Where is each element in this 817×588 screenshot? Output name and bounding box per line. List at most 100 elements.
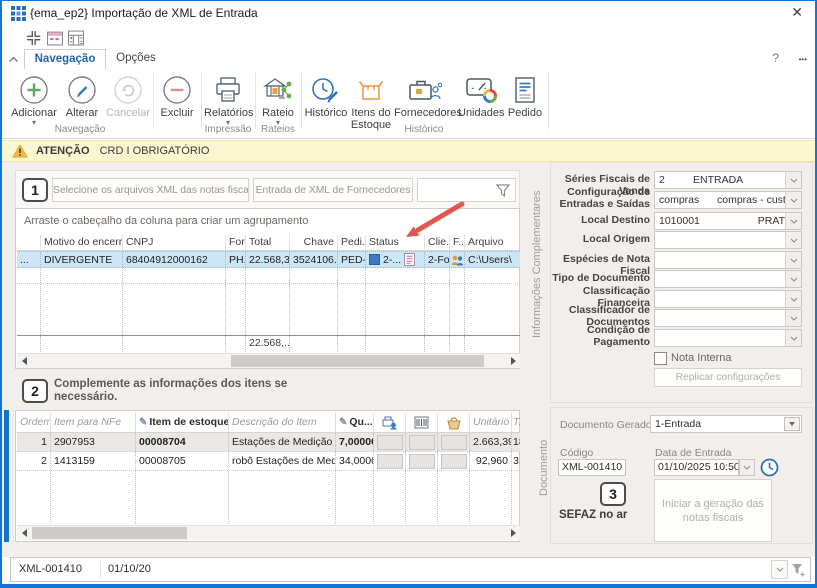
iniciar-geracao-button[interactable]: Iniciar a geração das notas fiscais (654, 479, 772, 542)
tab-navegacao[interactable]: Navegação (24, 49, 106, 70)
cell-quantidade[interactable]: 34,00000 (336, 452, 374, 470)
scroll-right-icon[interactable] (506, 526, 520, 540)
grid1-header-motivo[interactable]: Motivo do encerrame... (41, 235, 123, 250)
grid1-header-pedido[interactable]: Pedi... (338, 235, 366, 250)
cell-total: 22.568,32 (246, 252, 290, 267)
grid2-header-row[interactable]: Ordem Item para NFe ✎Item de estoque Des… (17, 413, 520, 433)
cell-btn2[interactable] (406, 452, 438, 470)
data-entrada-input[interactable]: 01/10/2025 10:50:0 (654, 459, 739, 476)
grid2-header-unitario[interactable]: Unitário (470, 413, 512, 432)
ribbon-collapse-icon[interactable] (8, 56, 19, 63)
grid2-header-icon1[interactable] (374, 413, 406, 432)
documento-gerado-combo[interactable]: 1-Entrada (650, 415, 802, 433)
chevron-down-icon[interactable] (785, 192, 801, 208)
cell-arquivo: C:\Users\ (465, 252, 520, 267)
grid1-header-total[interactable]: Total (246, 235, 290, 250)
grid2-header-ordem[interactable]: Ordem (17, 413, 51, 432)
excluir-button[interactable]: Excluir (156, 71, 198, 133)
cell-quantidade[interactable]: 7,00000 (336, 433, 374, 451)
cell-btn1[interactable] (374, 433, 406, 451)
grid1-header-cliente[interactable]: Clie... (425, 235, 450, 250)
document-note-icon[interactable] (404, 253, 415, 266)
chevron-down-icon[interactable] (785, 330, 801, 346)
nota-interna-checkbox[interactable] (654, 352, 667, 365)
step1-number: 1 (22, 178, 48, 202)
select-xml-button[interactable]: Selecione os arquivos XML das notas fisc… (52, 178, 249, 202)
grid2-header-item-nfe[interactable]: Item para NFe (51, 413, 136, 432)
entrada-xml-fornecedores-button[interactable]: Entrada de XML de Fornecedores (253, 178, 413, 202)
status-square-icon (369, 254, 380, 265)
collapse-window-icon[interactable] (26, 30, 42, 46)
grid2-header-icon3[interactable] (438, 413, 470, 432)
grid2-row[interactable]: 1 2907953 00008704 Estações de Medição P… (17, 433, 520, 452)
scroll-left-icon[interactable] (17, 354, 31, 368)
grid1-header-fornecedor[interactable]: For... (226, 235, 246, 250)
grid2-hscrollbar[interactable] (17, 525, 520, 540)
local-destino-combo[interactable]: 1010001 PRAT (654, 212, 802, 230)
chevron-down-icon[interactable] (785, 291, 801, 307)
grid1-header-indicator[interactable] (17, 235, 41, 250)
grid1-hscroll-thumb[interactable] (231, 355, 484, 367)
filter-funnel-icon[interactable] (496, 184, 510, 197)
filter-input[interactable] (417, 178, 516, 202)
grid2-row[interactable]: 2 1413159 00008705 robô Estações de Medi… (17, 452, 520, 471)
replicar-configuracoes-button[interactable]: Replicar configurações (654, 368, 802, 387)
grid1-header-chave[interactable]: Chave (290, 235, 338, 250)
help-icon[interactable]: ? (772, 51, 779, 65)
statusbar-divider (100, 561, 101, 578)
filter-add-icon[interactable] (791, 563, 806, 577)
series-fiscais-combo[interactable]: 2 ENTRADA (654, 171, 802, 189)
grid1-header-row[interactable]: Motivo do encerrame... CNPJ For... Total… (17, 235, 520, 251)
grid1-header-arquivo[interactable]: Arquivo (465, 235, 520, 250)
grid1-header-cnpj[interactable]: CNPJ (123, 235, 226, 250)
grid2-header-item-estoque[interactable]: ✎Item de estoque (136, 413, 229, 432)
grid2-header-quantidade[interactable]: ✎Qu... (336, 413, 374, 432)
chevron-down-icon[interactable] (785, 232, 801, 248)
sefaz-status-label: SEFAZ no ar (559, 509, 627, 521)
cell-cnpj: 68404912000162 (123, 252, 226, 267)
grid2-header-t[interactable]: T... (512, 413, 520, 432)
grid1-header-f[interactable]: F... (450, 235, 465, 250)
cell-btn1[interactable] (374, 452, 406, 470)
cell-t: 3. (512, 452, 520, 470)
classificador-documentos-combo[interactable] (654, 309, 802, 327)
cell-item-estoque[interactable]: 00008704 (136, 433, 229, 451)
dropdown-arrow-icon[interactable] (784, 417, 800, 431)
cell-item-estoque[interactable]: 00008705 (136, 452, 229, 470)
statusbar-dropdown-icon[interactable] (771, 560, 788, 579)
group-label-rateios: Rateios (256, 124, 300, 135)
condicao-pagamento-combo[interactable] (654, 329, 802, 347)
grid1-header-status[interactable]: Status (366, 235, 425, 250)
classificacao-financeira-combo[interactable] (654, 290, 802, 308)
scroll-left-icon[interactable] (17, 526, 31, 540)
scroll-right-icon[interactable] (506, 354, 520, 368)
tipo-documento-combo[interactable] (654, 270, 802, 288)
close-icon[interactable]: ✕ (791, 4, 803, 21)
codigo-input[interactable]: XML-001410 (558, 459, 626, 476)
chevron-down-icon[interactable] (785, 252, 801, 268)
grid1-selected-row[interactable]: ... DIVERGENTE 68404912000162 PH... 22.5… (17, 251, 520, 268)
chevron-down-icon[interactable] (785, 271, 801, 287)
chevron-down-icon[interactable] (785, 310, 801, 326)
calculator-icon[interactable] (68, 30, 84, 46)
chevron-down-icon[interactable] (785, 172, 801, 188)
grid2-header-descricao[interactable]: Descrição do Item (229, 413, 336, 432)
grid2-hscroll-thumb[interactable] (32, 527, 187, 539)
local-origem-combo[interactable] (654, 231, 802, 249)
chevron-down-icon[interactable] (785, 213, 801, 229)
tab-opcoes[interactable]: Opções (108, 49, 164, 68)
grid1-hscrollbar[interactable] (17, 353, 520, 368)
cell-btn3[interactable] (438, 433, 470, 451)
grid2-header-icon2[interactable] (406, 413, 438, 432)
especies-combo[interactable] (654, 251, 802, 269)
date-dropdown-icon[interactable] (739, 459, 755, 476)
group-label-navegacao: Navegação (10, 124, 150, 135)
calendar-icon[interactable] (47, 30, 63, 46)
label-condicao-pagamento: Condição dePagamento (550, 325, 650, 348)
cell-btn3[interactable] (438, 452, 470, 470)
cell-btn2[interactable] (406, 433, 438, 451)
focus-strip (4, 410, 9, 542)
more-options-icon[interactable]: ••• (799, 55, 807, 64)
configuracao-combo[interactable]: compras compras - custos (654, 191, 802, 209)
clock-icon[interactable] (760, 458, 779, 477)
